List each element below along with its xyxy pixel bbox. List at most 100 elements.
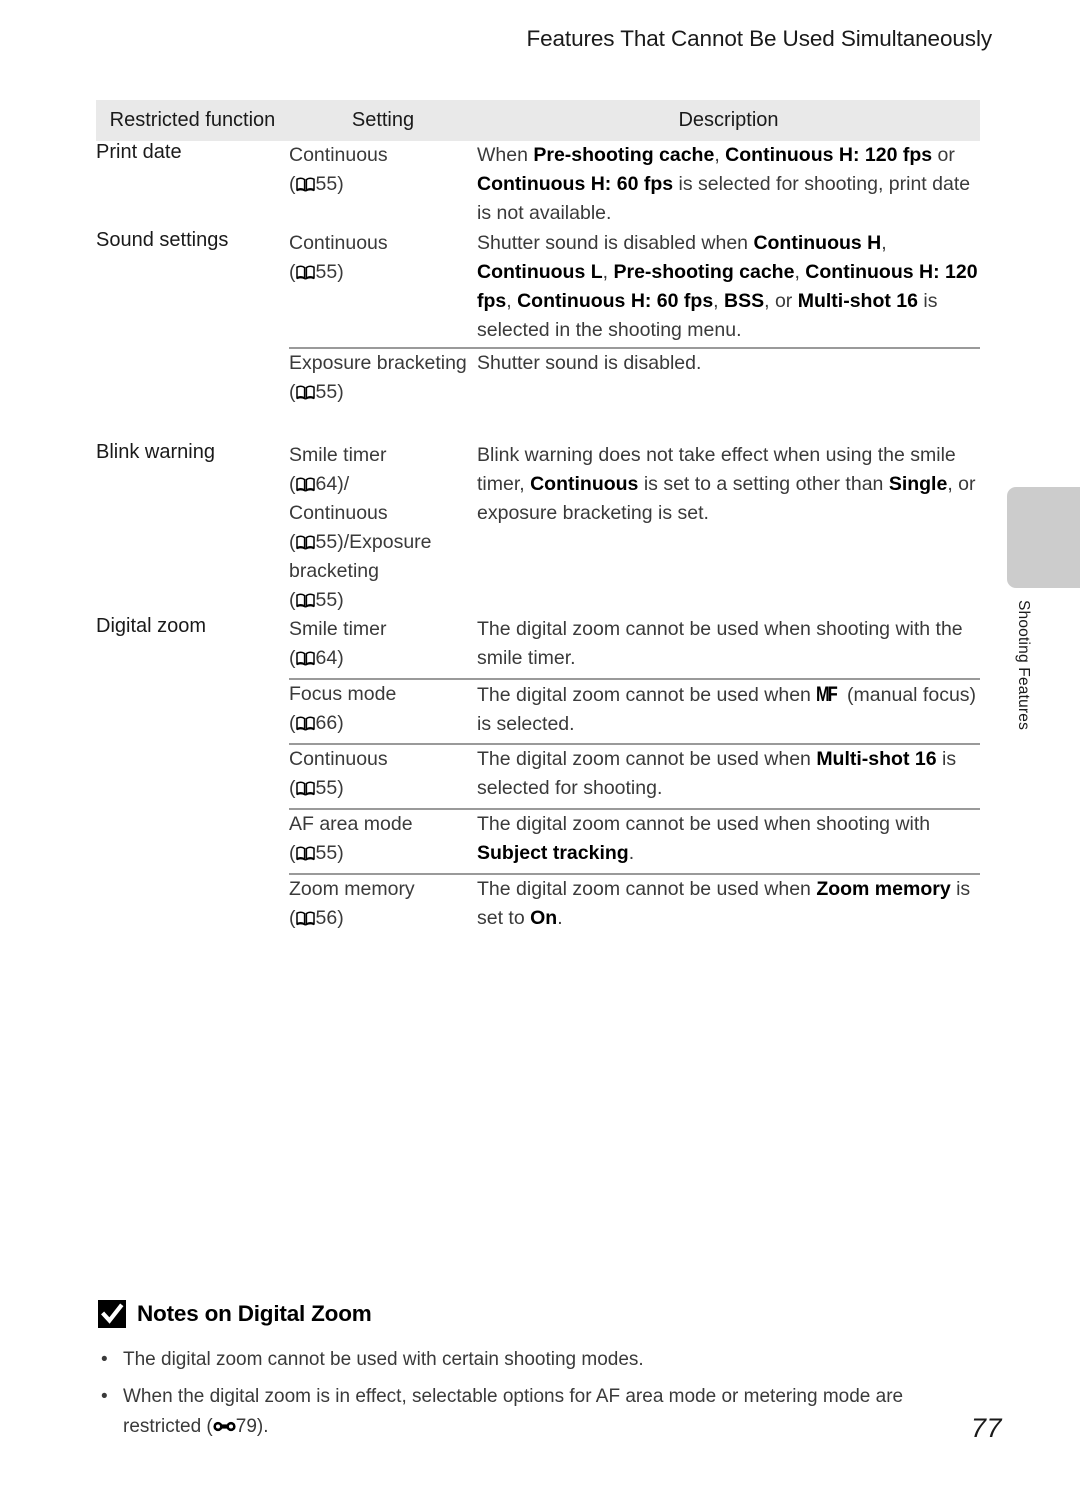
setting-label: Smile timer (289, 618, 387, 640)
desc-run: , (713, 290, 725, 312)
restrictions-table: Restricted function Setting Description … (96, 100, 980, 938)
notes-heading: Notes on Digital Zoom (98, 1300, 978, 1328)
cell-setting-continuous: Continuous (55) (289, 144, 388, 195)
cell-function-sound-settings: Sound settings (96, 229, 229, 251)
desc-run-bold: Single (888, 473, 948, 495)
book-icon (295, 265, 315, 280)
setting-label-2: Continuous (289, 502, 388, 524)
book-icon (295, 535, 315, 550)
note-text: The digital zoom cannot be used with cer… (123, 1345, 978, 1375)
setting-page-ref: 64 (315, 647, 338, 669)
setting-label: Continuous (289, 748, 388, 770)
setting-page-ref: 55 (315, 842, 338, 864)
desc-run: The digital zoom cannot be used when sho… (477, 618, 963, 669)
column-header-restricted-function: Restricted function (96, 100, 289, 141)
desc-run-bold: Continuous H: 120 fps (725, 144, 933, 166)
desc-run-bold: Subject tracking (477, 842, 629, 864)
desc-run-bold: Continuous H: 60 fps (517, 290, 714, 312)
desc-run-bold: Multi-shot 16 (797, 290, 918, 312)
table-row: Sound settings Continuous (55) Shutter s… (96, 229, 980, 349)
desc-run-bold: BSS (724, 290, 765, 312)
reference-manual-icon (213, 1420, 236, 1433)
cell-function-blink-warning: Blink warning (96, 441, 215, 463)
book-icon (295, 385, 315, 400)
setting-label: Continuous (289, 144, 388, 166)
setting-label: Continuous (289, 232, 388, 254)
desc-run: The digital zoom cannot be used when (477, 878, 817, 900)
list-item: • When the digital zoom is in effect, se… (98, 1382, 978, 1442)
desc-run: Shutter sound is disabled. (477, 352, 702, 374)
book-icon (295, 477, 315, 492)
desc-run-bold: Pre-shooting cache (613, 261, 795, 283)
cell-function-digital-zoom: Digital zoom (96, 615, 207, 637)
setting-page-ref: 56 (315, 907, 338, 929)
book-icon (295, 593, 315, 608)
desc-run-bold: On (530, 907, 558, 929)
page-number: 77 (970, 1413, 1002, 1443)
desc-run-bold: Zoom memory (816, 878, 951, 900)
desc-run-bold: Continuous H (753, 232, 882, 254)
setting-label: Zoom memory (289, 878, 415, 900)
setting-label: Exposure bracketing (289, 352, 467, 374)
page-running-header: Features That Cannot Be Used Simultaneou… (526, 26, 992, 51)
cell-description: Shutter sound is disabled when Continuou… (477, 229, 980, 349)
desc-run: , (714, 144, 726, 166)
note-text: When the digital zoom is in effect, sele… (123, 1382, 978, 1442)
note-run: 79). (235, 1416, 269, 1437)
setting-separator: / (343, 473, 350, 495)
desc-run: , (794, 261, 806, 283)
desc-run: or (932, 144, 955, 166)
cell-function-print-date: Print date (96, 141, 182, 163)
cell-description: The digital zoom cannot be used when sho… (477, 615, 980, 680)
book-icon (295, 846, 315, 861)
cell-setting-smile-timer-continuous-exposure: Smile timer (64)/ Continuous (55)/Exposu… (289, 444, 432, 611)
notes-section: Notes on Digital Zoom • The digital zoom… (98, 1300, 978, 1449)
setting-page-ref: 55 (315, 261, 338, 283)
desc-run: . (557, 907, 563, 929)
desc-run-bold: Continuous H: 60 fps (477, 173, 674, 195)
desc-run-bold: Multi-shot 16 (816, 748, 937, 770)
setting-page-ref: 66 (315, 712, 338, 734)
desc-run-bold: Pre-shooting cache (533, 144, 715, 166)
cell-description: The digital zoom cannot be used when Mul… (477, 744, 980, 810)
chapter-thumb-tab (1007, 487, 1080, 588)
desc-run: The digital zoom cannot be used when sho… (477, 813, 931, 835)
desc-run: , (602, 261, 614, 283)
cell-setting-af-area-mode: AF area mode (55) (289, 809, 477, 875)
cell-setting-focus-mode: Focus mode (66) (289, 679, 477, 745)
cell-setting-exposure-bracketing: Exposure bracketing (55) (289, 352, 467, 403)
setting-page-ref: 64 (315, 473, 338, 495)
setting-page-ref-2: 55 (315, 531, 338, 553)
desc-run: . (628, 842, 635, 864)
cell-description: Shutter sound is disabled. (477, 348, 980, 441)
notes-title: Notes on Digital Zoom (137, 1301, 372, 1326)
cell-setting-continuous: Continuous (55) (289, 229, 477, 349)
restrictions-table-body: Print date Continuous (55) When Pre-shoo… (96, 141, 980, 938)
desc-run: is set to a setting other than (638, 473, 889, 495)
bullet-icon: • (101, 1386, 108, 1407)
cell-description: The digital zoom cannot be used when sho… (477, 809, 980, 875)
cell-description: The digital zoom cannot be used when MF … (477, 679, 980, 745)
cell-setting-smile-timer: Smile timer (64) (289, 615, 477, 680)
cell-description: When Pre-shooting cache, Continuous H: 1… (477, 141, 980, 229)
chapter-thumb-tab-label: Shooting Features (1015, 600, 1032, 731)
note-run: The digital zoom cannot be used with cer… (123, 1349, 644, 1370)
cell-setting-continuous: Continuous (55) (289, 744, 477, 810)
book-icon (295, 781, 315, 796)
book-icon (295, 716, 315, 731)
table-row: Print date Continuous (55) When Pre-shoo… (96, 141, 980, 229)
table-row: Blink warning Smile timer (64)/ Continuo… (96, 441, 980, 615)
desc-run: , (881, 232, 887, 254)
setting-page-ref: 55 (315, 381, 338, 403)
setting-page-ref: 55 (315, 777, 338, 799)
desc-run: , or (764, 290, 798, 312)
desc-run: , (506, 290, 518, 312)
cell-setting-zoom-memory: Zoom memory (56) (289, 878, 415, 929)
setting-label: Smile timer (289, 444, 387, 466)
bullet-icon: • (101, 1349, 108, 1370)
setting-page-ref: 55 (315, 173, 338, 195)
restrictions-table-wrapper: Restricted function Setting Description … (96, 100, 980, 938)
desc-run-bold: Continuous L (477, 261, 603, 283)
setting-label: Focus mode (289, 683, 397, 705)
desc-run: The digital zoom cannot be used when (477, 748, 817, 770)
